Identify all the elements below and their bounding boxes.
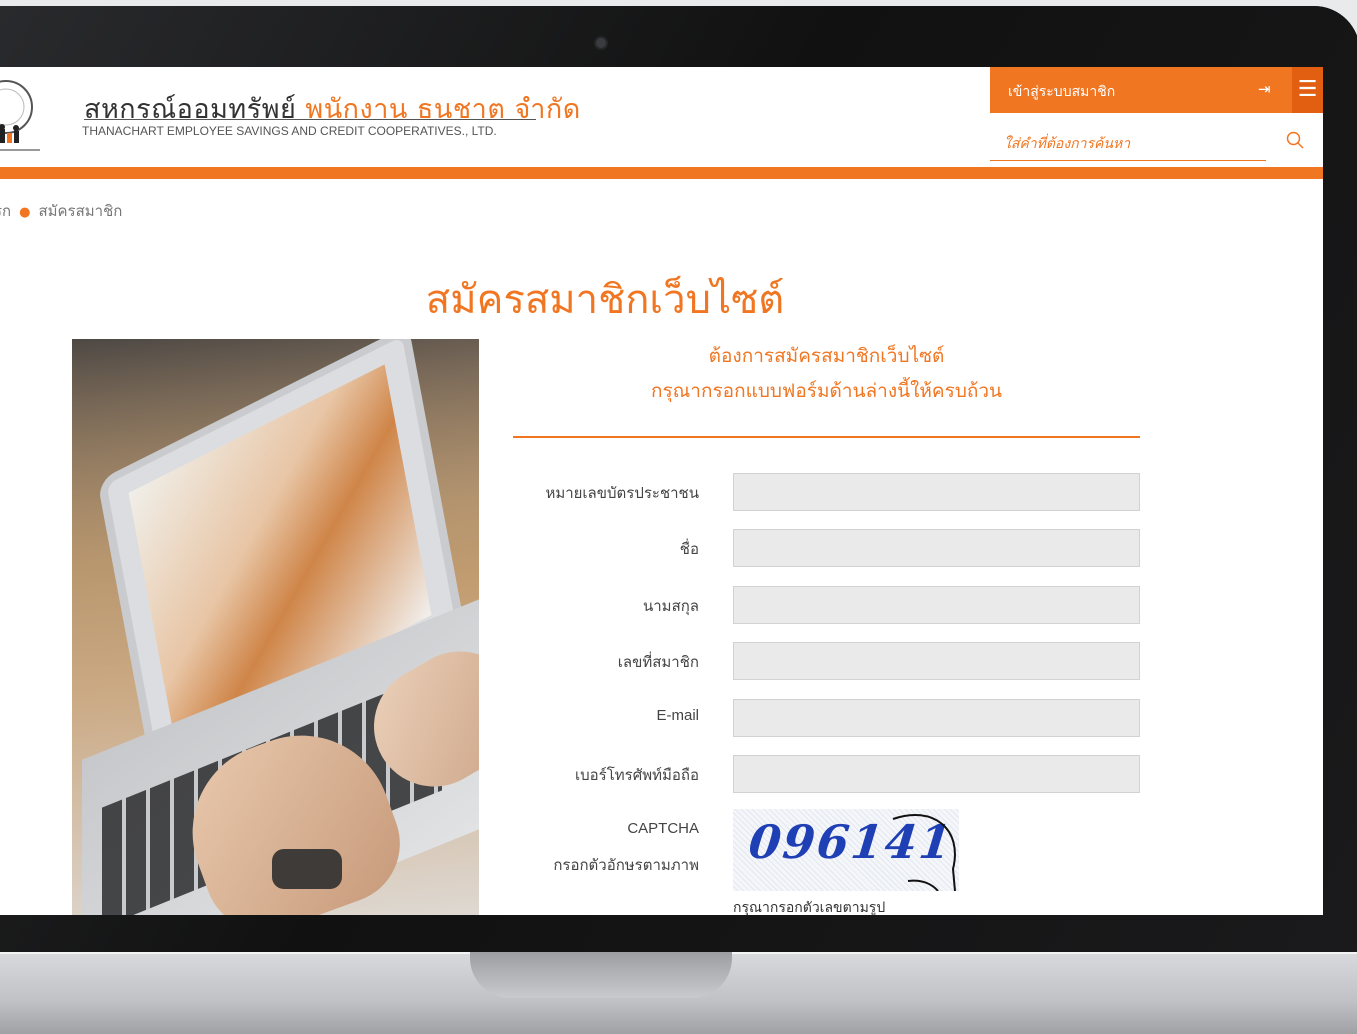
browser-screen: สหกรณ์ออมทรัพย์ พนักงาน ธนชาต จำกัด THAN… [0, 67, 1323, 915]
last-name-input[interactable] [733, 586, 1140, 624]
laptop-hinge-notch [470, 952, 732, 998]
page-title: สมัครสมาชิกเว็บไซต์ [425, 277, 785, 323]
hamburger-menu-icon: ☰ [1297, 77, 1318, 102]
header-accent-bar [0, 167, 1323, 179]
cooperative-logo-icon[interactable] [0, 77, 42, 157]
first-name-label: ชื่อ [679, 540, 699, 558]
photo-watch [272, 849, 342, 889]
id-card-input[interactable] [733, 473, 1140, 511]
site-header: สหกรณ์ออมทรัพย์ พนักงาน ธนชาต จำกัด THAN… [0, 67, 1323, 179]
site-title-accent: พนักงาน ธนชาต จำกัด [305, 94, 581, 125]
captcha-label: CAPTCHA [627, 820, 699, 837]
breadcrumb-item-current: สมัครสมาชิก [38, 202, 123, 220]
email-label: E-mail [656, 707, 699, 724]
hamburger-menu-button[interactable]: ☰ [1292, 67, 1323, 113]
search-input[interactable] [990, 127, 1266, 161]
email-input[interactable] [733, 699, 1140, 737]
title-underline [84, 119, 536, 120]
site-title-main: สหกรณ์ออมทรัพย์ [84, 94, 297, 125]
member-number-input[interactable] [733, 642, 1140, 680]
mobile-phone-label: เบอร์โทรศัพท์มือถือ [575, 766, 699, 784]
webcam-icon [596, 38, 606, 48]
form-divider [513, 436, 1140, 438]
captcha-noise-icon [892, 814, 956, 891]
member-login-label: เข้าสู่ระบบสมาชิก [1008, 84, 1116, 100]
id-card-label: หมายเลขบัตรประชาชน [545, 484, 699, 502]
last-name-label: นามสกุล [643, 597, 699, 615]
breadcrumb-separator-icon: ● [19, 205, 31, 220]
site-subtitle: THANACHART EMPLOYEE SAVINGS AND CREDIT C… [82, 124, 497, 138]
captcha-image: 096141 [733, 809, 959, 891]
form-heading-line1: ต้องการสมัครสมาชิกเว็บไซต์ [708, 345, 945, 367]
captcha-hint: กรุณากรอกตัวเลขตามรูป [733, 900, 886, 915]
login-icon: ⇥ [1258, 80, 1271, 98]
first-name-input[interactable] [733, 529, 1140, 567]
form-heading-line2: กรุณากรอกแบบฟอร์มด้านล่างนี้ให้ครบถ้วน [650, 380, 1003, 402]
mobile-phone-input[interactable] [733, 755, 1140, 793]
search-icon[interactable] [1286, 131, 1304, 154]
breadcrumb-item-home[interactable]: รก [0, 202, 11, 220]
laptop-photo [72, 339, 479, 915]
captcha-sub-label: กรอกตัวอักษรตามภาพ [553, 856, 699, 874]
form-heading: ต้องการสมัครสมาชิกเว็บไซต์ กรุณากรอกแบบฟ… [513, 339, 1140, 409]
breadcrumb: รก ● สมัครสมาชิก [0, 199, 122, 223]
member-number-label: เลขที่สมาชิก [617, 653, 699, 671]
member-login-button[interactable]: เข้าสู่ระบบสมาชิก ⇥ [990, 67, 1292, 113]
